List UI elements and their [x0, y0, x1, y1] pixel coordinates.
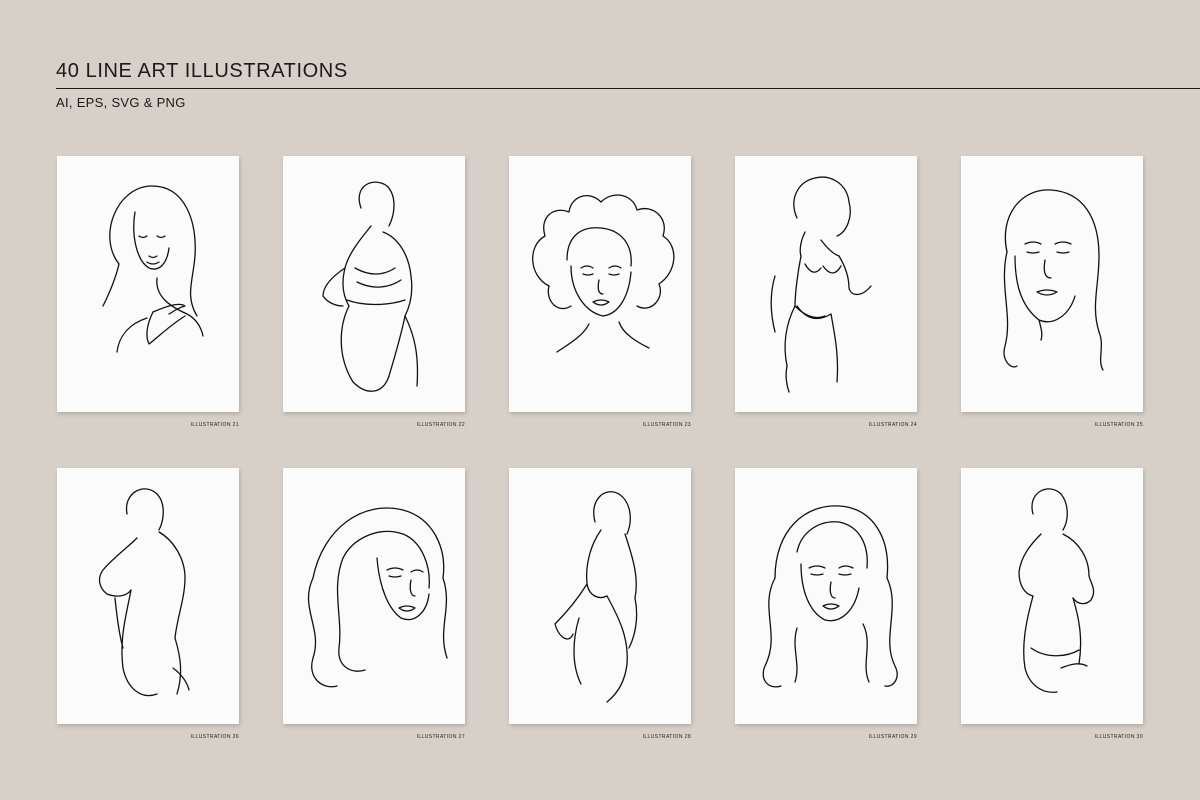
- page-subtitle: AI, EPS, SVG & PNG: [56, 95, 186, 110]
- illustration-caption: ILLUSTRATION 25: [1094, 422, 1143, 428]
- title-divider: [56, 88, 1200, 89]
- page-title: 40 LINE ART ILLUSTRATIONS: [56, 60, 348, 82]
- illustration-caption: ILLUSTRATION 24: [868, 422, 917, 428]
- illustration-caption: ILLUSTRATION 27: [416, 734, 465, 740]
- illustration-caption: ILLUSTRATION 29: [868, 734, 917, 740]
- page-header: 40 LINE ART ILLUSTRATIONS AI, EPS, SVG &…: [56, 60, 1200, 110]
- illustration-card: ILLUSTRATION 22: [283, 156, 465, 428]
- illustration-caption: ILLUSTRATION 26: [190, 734, 239, 740]
- illustration-caption: ILLUSTRATION 22: [416, 422, 465, 428]
- illustration-card: ILLUSTRATION 21: [57, 156, 239, 428]
- illustration-art: [770, 176, 872, 393]
- illustration-caption: ILLUSTRATION 28: [642, 734, 691, 740]
- illustration-card: ILLUSTRATION 24: [735, 156, 917, 428]
- illustration-art: [1003, 189, 1104, 371]
- illustration-art: [307, 507, 448, 688]
- illustration-card: ILLUSTRATION 28: [509, 468, 691, 740]
- illustration-card: ILLUSTRATION 26: [57, 468, 239, 740]
- illustration-art: [322, 181, 419, 392]
- illustration-art: [1018, 488, 1095, 693]
- illustration-art: [762, 505, 898, 688]
- illustration-card: ILLUSTRATION 25: [961, 156, 1143, 428]
- illustration-card: ILLUSTRATION 27: [283, 468, 465, 740]
- illustration-caption: ILLUSTRATION 23: [642, 422, 691, 428]
- illustration-art: [98, 488, 190, 697]
- illustration-card: ILLUSTRATION 23: [509, 156, 691, 428]
- illustration-art: [554, 491, 638, 703]
- illustration-card: ILLUSTRATION 30: [961, 468, 1143, 740]
- illustration-caption: ILLUSTRATION 30: [1094, 734, 1143, 740]
- illustration-art: [102, 185, 204, 353]
- illustration-art: [532, 194, 675, 353]
- illustration-card: ILLUSTRATION 29: [735, 468, 917, 740]
- illustration-caption: ILLUSTRATION 21: [190, 422, 239, 428]
